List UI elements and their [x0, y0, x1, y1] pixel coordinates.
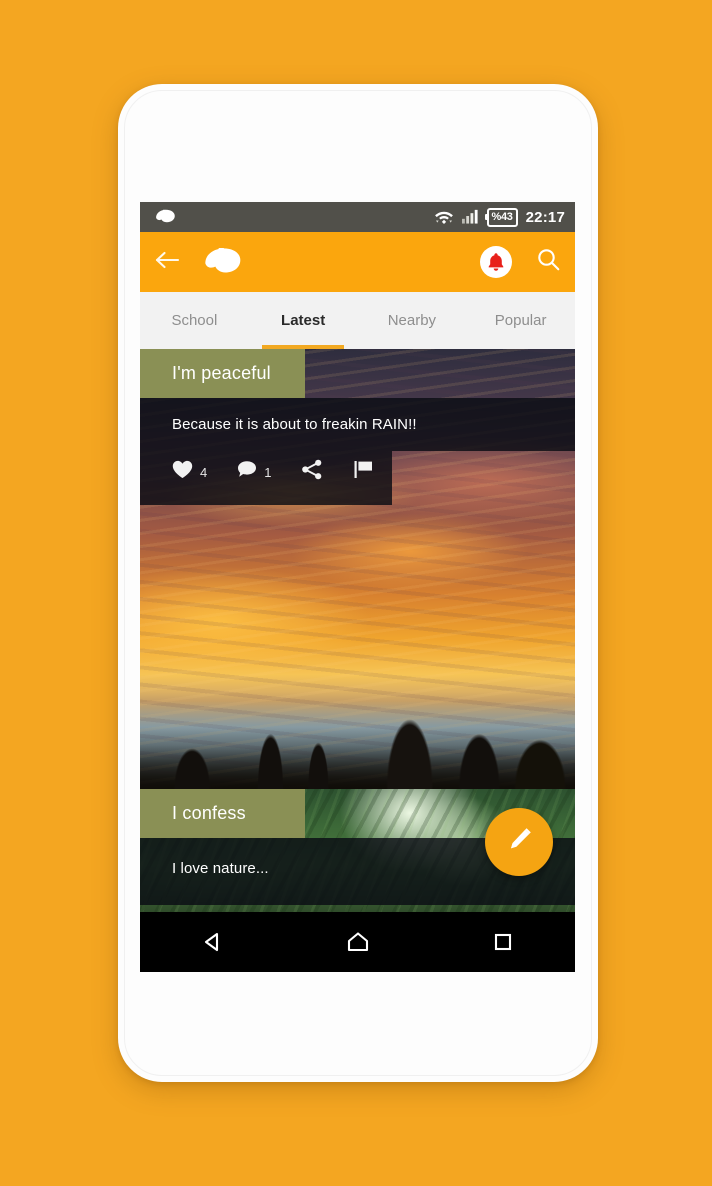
comment-button[interactable]: 1 [237, 460, 271, 484]
pencil-icon [504, 825, 534, 860]
tab-label: Nearby [387, 312, 437, 329]
tab-school[interactable]: School [140, 292, 249, 349]
android-nav-bar [140, 912, 575, 972]
flag-icon [353, 459, 374, 485]
tab-popular[interactable]: Popular [466, 292, 575, 349]
post-mood-tag: I confess [140, 789, 306, 838]
comment-count: 1 [264, 464, 272, 480]
tab-bar: School Latest Nearby Popular [140, 292, 575, 349]
status-bar-clock: 22:17 [525, 208, 565, 226]
feed-post[interactable]: I'm peaceful Because it is about to frea… [140, 349, 575, 789]
post-body-text: Because it is about to freakin RAIN!! [140, 398, 575, 451]
post-feed[interactable]: I'm peaceful Because it is about to frea… [140, 349, 575, 972]
status-bar-app-icon-wrap [154, 208, 176, 227]
post-content: I'm peaceful Because it is about to frea… [140, 349, 575, 505]
report-button[interactable] [353, 459, 374, 485]
wifi-icon [434, 208, 454, 227]
heart-icon [172, 460, 193, 484]
tab-label: Latest [281, 312, 326, 329]
bell-icon[interactable] [480, 246, 512, 278]
like-button[interactable]: 4 [172, 460, 207, 484]
battery-indicator: %43 [484, 207, 518, 227]
app-bar [140, 232, 575, 292]
like-count: 4 [200, 464, 208, 480]
back-arrow-icon[interactable] [154, 249, 180, 276]
cellular-signal-icon [461, 208, 479, 227]
status-bar-indicators: %43 22:17 [434, 207, 566, 227]
bird-logo-icon [154, 208, 176, 227]
tab-label: School [171, 312, 218, 329]
nav-back-icon[interactable] [183, 918, 243, 966]
tab-label: Popular [494, 312, 547, 329]
phone-screen: %43 22:17 School Latest Nearby Popular I… [140, 202, 575, 972]
treeline-silhouette [140, 692, 575, 789]
bird-logo-icon[interactable] [202, 245, 242, 280]
compose-post-fab[interactable] [485, 808, 553, 876]
page-background: %43 22:17 School Latest Nearby Popular I… [0, 0, 712, 1186]
nav-home-icon[interactable] [328, 918, 388, 966]
tab-latest[interactable]: Latest [249, 292, 358, 349]
comment-icon [237, 460, 257, 484]
tab-nearby[interactable]: Nearby [358, 292, 467, 349]
post-action-bar: 4 1 [140, 451, 393, 505]
share-icon [301, 459, 323, 485]
post-mood-tag: I'm peaceful [140, 349, 306, 398]
status-bar: %43 22:17 [140, 202, 575, 232]
share-button[interactable] [301, 459, 323, 485]
search-icon[interactable] [536, 247, 561, 277]
nav-recents-icon[interactable] [473, 918, 533, 966]
